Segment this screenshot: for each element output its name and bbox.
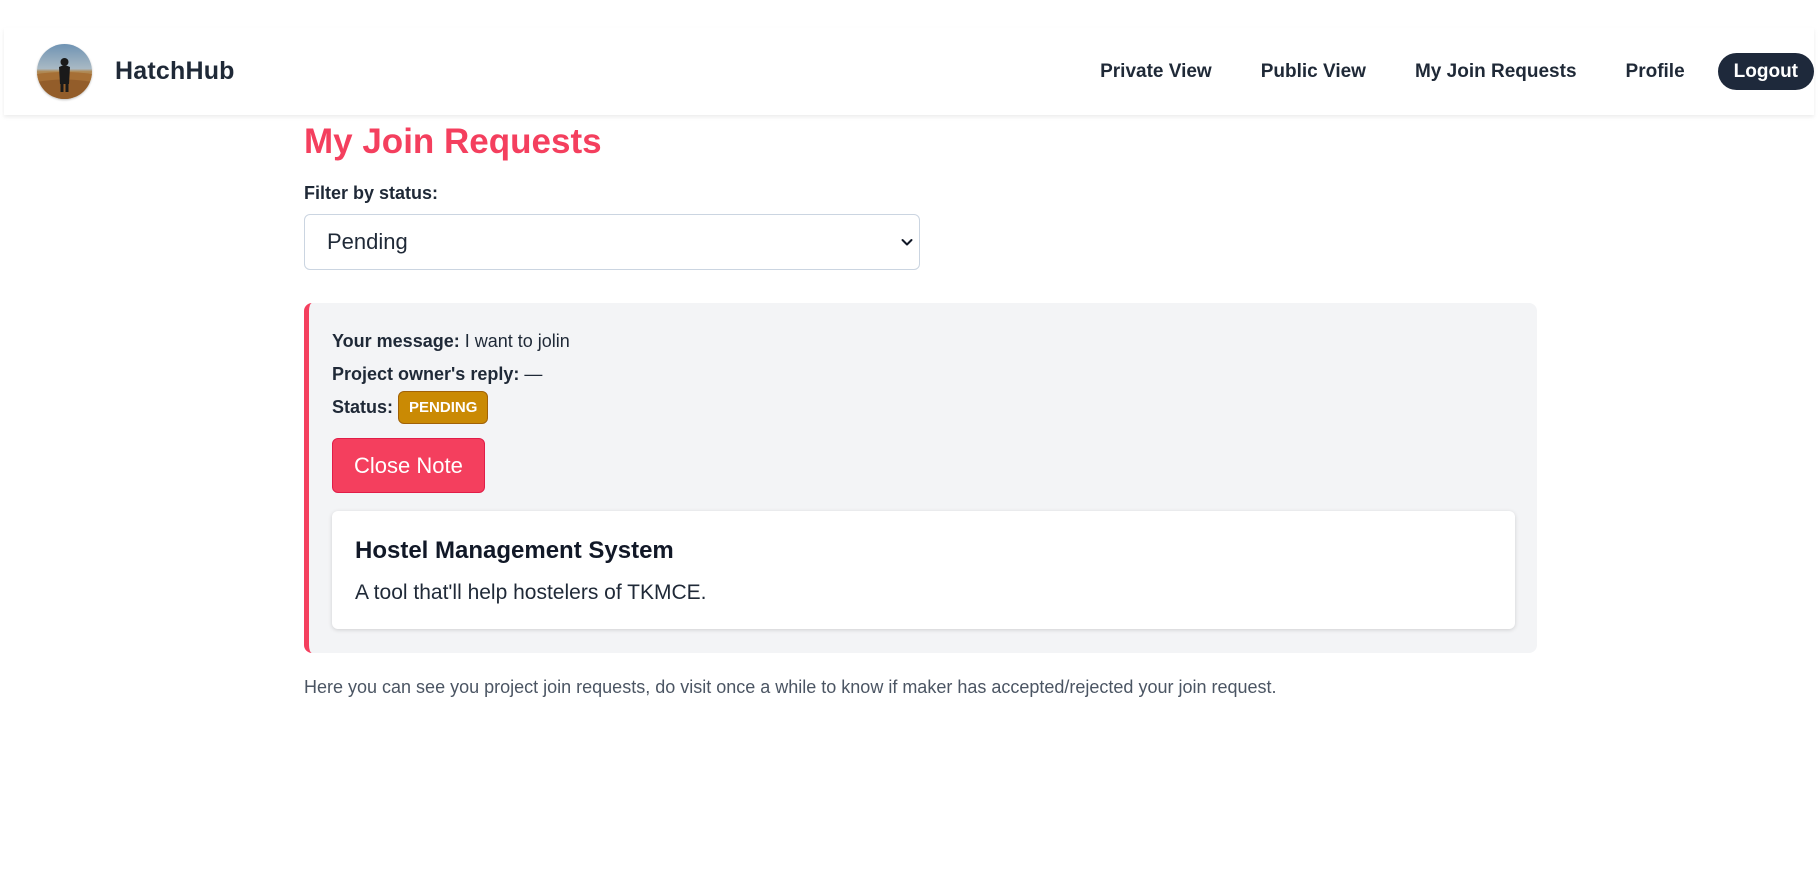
nav-private-view[interactable]: Private View (1100, 61, 1212, 83)
main-content: My Join Requests Filter by status: Pendi… (304, 115, 1537, 698)
brand-name[interactable]: HatchHub (115, 57, 235, 86)
filter-label: Filter by status: (304, 183, 439, 203)
logout-button[interactable]: Logout (1717, 53, 1814, 90)
project-card[interactable]: Hostel Management System A tool that'll … (332, 511, 1515, 629)
message-label: Your message: (332, 331, 460, 351)
project-description: A tool that'll help hostelers of TKMCE. (355, 581, 707, 604)
nav-links: Private View Public View My Join Request… (1100, 28, 1814, 115)
status-row: Status: PENDING (332, 391, 1514, 424)
page-title: My Join Requests (304, 122, 602, 161)
brand[interactable]: HatchHub (37, 44, 235, 99)
navbar: HatchHub Private View Public View My Joi… (4, 28, 1814, 115)
footnote-text: Here you can see you project join reques… (304, 677, 1277, 697)
nav-public-view[interactable]: Public View (1261, 61, 1366, 83)
reply-row: Project owner's reply: — (332, 358, 1514, 391)
join-request-card: Your message: I want to jolin Project ow… (304, 303, 1537, 653)
status-badge: PENDING (398, 391, 489, 424)
status-filter-select[interactable]: Pending (304, 214, 920, 270)
message-text: I want to jolin (464, 331, 570, 351)
nav-profile[interactable]: Profile (1626, 61, 1685, 83)
chevron-down-icon (901, 239, 913, 246)
status-label: Status: (332, 397, 394, 417)
avatar-image (37, 44, 92, 99)
close-note-button[interactable]: Close Note (332, 438, 485, 493)
avatar[interactable] (37, 44, 92, 99)
nav-my-join-requests[interactable]: My Join Requests (1415, 61, 1577, 83)
status-filter-value: Pending (327, 229, 408, 254)
project-title: Hostel Management System (355, 537, 674, 564)
message-row: Your message: I want to jolin (332, 325, 1514, 358)
reply-label: Project owner's reply: (332, 364, 520, 384)
reply-text: — (524, 364, 543, 384)
